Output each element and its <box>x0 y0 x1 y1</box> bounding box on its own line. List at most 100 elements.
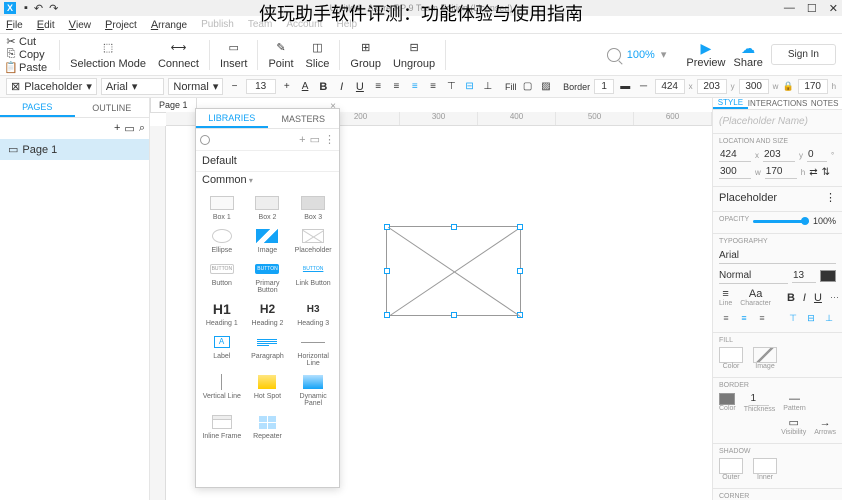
lock-icon[interactable]: 🔒 <box>782 81 793 92</box>
zoom-value[interactable]: 100% <box>627 49 655 61</box>
size-input[interactable] <box>246 79 276 94</box>
minimize-icon[interactable]: — <box>784 2 795 15</box>
align-center-icon[interactable]: ≡ <box>737 311 751 325</box>
folder-icon[interactable]: ▭ <box>310 133 320 146</box>
valign-bot-icon[interactable]: ⊥ <box>822 311 836 325</box>
prop-size-input[interactable] <box>792 269 816 283</box>
y-input[interactable] <box>697 79 727 94</box>
group-button[interactable]: ⊞Group <box>344 38 387 72</box>
border-pattern-button[interactable]: — <box>789 393 800 405</box>
save-icon[interactable]: ▪ <box>24 2 28 15</box>
italic-icon[interactable]: I <box>803 291 806 305</box>
zoom-icon[interactable] <box>607 48 621 62</box>
fill-color-button[interactable]: ▢ <box>521 79 535 95</box>
tab-notes[interactable]: NOTES <box>807 98 842 109</box>
search-icon[interactable] <box>200 135 210 145</box>
bold-icon[interactable]: B <box>787 291 795 305</box>
resize-handle[interactable] <box>384 268 390 274</box>
preview-button[interactable]: ▶Preview <box>686 40 725 69</box>
align-left-button[interactable]: ≡ <box>389 79 403 95</box>
resize-handle[interactable] <box>384 312 390 318</box>
tab-interactions[interactable]: INTERACTIONS <box>748 98 808 109</box>
valign-mid-button[interactable]: ⊟ <box>462 79 476 95</box>
widget-iframe[interactable]: Inline Frame <box>200 411 244 442</box>
border-width-input[interactable] <box>594 79 614 94</box>
widget-placeholder[interactable]: Placeholder <box>291 225 335 256</box>
prop-weight-select[interactable] <box>719 268 788 284</box>
insert-button[interactable]: ▭Insert <box>214 38 254 72</box>
widget-image[interactable]: Image <box>246 225 290 256</box>
slice-button[interactable]: ◫Slice <box>300 38 336 72</box>
char-spacing-icon[interactable]: Aa <box>749 288 762 300</box>
opacity-slider[interactable] <box>753 220 809 223</box>
border-arrows-button[interactable]: → <box>820 417 831 429</box>
valign-top-button[interactable]: ⊤ <box>444 79 458 95</box>
valign-top-icon[interactable]: ⊤ <box>786 311 800 325</box>
widget-h3[interactable]: H3Heading 3 <box>291 298 335 329</box>
tab-masters[interactable]: MASTERS <box>268 109 340 128</box>
search-icon[interactable]: ⌕ <box>139 122 145 135</box>
widget-box2[interactable]: Box 2 <box>246 192 290 223</box>
widget-repeater[interactable]: Repeater <box>246 411 290 442</box>
bold-button[interactable]: B <box>316 79 330 95</box>
chevron-down-icon[interactable]: ▾ <box>661 48 667 61</box>
widget-primary-button[interactable]: BUTTONPrimary Button <box>246 258 290 296</box>
x-input[interactable] <box>655 79 685 94</box>
fill-color-button[interactable] <box>719 347 743 363</box>
align-center-button[interactable]: ≡ <box>408 79 422 95</box>
border-thickness-input[interactable] <box>749 392 769 406</box>
line-spacing-icon[interactable]: ≡ <box>722 288 728 300</box>
font-select[interactable]: Arial▾ <box>101 78 165 95</box>
border-color-button[interactable]: ▬ <box>618 79 632 95</box>
paste-button[interactable]: 📋Paste <box>6 62 47 74</box>
size-dec-button[interactable]: − <box>227 79 241 95</box>
flip-h-icon[interactable]: ⇄ <box>809 167 817 178</box>
widget-dynamic-panel[interactable]: Dynamic Panel <box>291 371 335 409</box>
border-color-swatch[interactable] <box>719 393 735 405</box>
canvas-page-tab[interactable]: Page 1 <box>150 98 197 113</box>
prop-y-input[interactable] <box>763 148 795 162</box>
bullet-button[interactable]: ≡ <box>371 79 385 95</box>
resize-handle[interactable] <box>517 312 523 318</box>
prop-h-input[interactable] <box>765 165 797 179</box>
flip-v-icon[interactable]: ⇅ <box>822 167 830 178</box>
font-color-button[interactable]: A <box>298 79 312 95</box>
valign-bot-button[interactable]: ⊥ <box>481 79 495 95</box>
resize-handle[interactable] <box>517 268 523 274</box>
widget-h2[interactable]: H2Heading 2 <box>246 298 290 329</box>
align-left-icon[interactable]: ≡ <box>719 311 733 325</box>
close-icon[interactable]: × <box>330 101 336 112</box>
menu-view[interactable]: View <box>69 19 91 31</box>
close-icon[interactable]: ✕ <box>829 2 838 15</box>
share-button[interactable]: ☁Share <box>734 40 763 69</box>
shadow-outer-button[interactable] <box>719 458 743 474</box>
size-inc-button[interactable]: + <box>280 79 294 95</box>
align-right-icon[interactable]: ≡ <box>755 311 769 325</box>
more-type-icon[interactable]: ⋯ <box>830 291 839 305</box>
weight-select[interactable]: Normal▾ <box>168 78 223 95</box>
undo-icon[interactable]: ↶ <box>34 2 43 15</box>
style-menu-icon[interactable]: ⋮ <box>825 191 836 204</box>
redo-icon[interactable]: ↷ <box>49 2 58 15</box>
tab-libraries[interactable]: LIBRARIES <box>196 109 268 128</box>
menu-arrange[interactable]: Arrange <box>151 19 187 31</box>
page-item[interactable]: ▭ Page 1 <box>0 139 149 160</box>
style-name[interactable]: Placeholder <box>719 192 777 204</box>
add-icon[interactable]: + <box>299 134 305 146</box>
valign-mid-icon[interactable]: ⊟ <box>804 311 818 325</box>
h-input[interactable] <box>798 79 828 94</box>
prop-x-input[interactable] <box>719 148 751 162</box>
widget-hline[interactable]: Horizontal Line <box>291 331 335 369</box>
widget-link-button[interactable]: BUTTONLink Button <box>291 258 335 296</box>
font-color-swatch[interactable] <box>820 270 836 282</box>
tab-outline[interactable]: OUTLINE <box>75 98 150 117</box>
menu-icon[interactable]: ⋮ <box>324 133 335 146</box>
underline-button[interactable]: U <box>353 79 367 95</box>
shadow-inner-button[interactable] <box>753 458 777 474</box>
widget-paragraph[interactable]: Paragraph <box>246 331 290 369</box>
prop-rot-input[interactable] <box>807 148 827 162</box>
widget-box3[interactable]: Box 3 <box>291 192 335 223</box>
border-visibility-button[interactable]: ▭ <box>788 417 798 429</box>
fill-image-button[interactable]: ▨ <box>539 79 553 95</box>
point-button[interactable]: ✎Point <box>262 38 299 72</box>
